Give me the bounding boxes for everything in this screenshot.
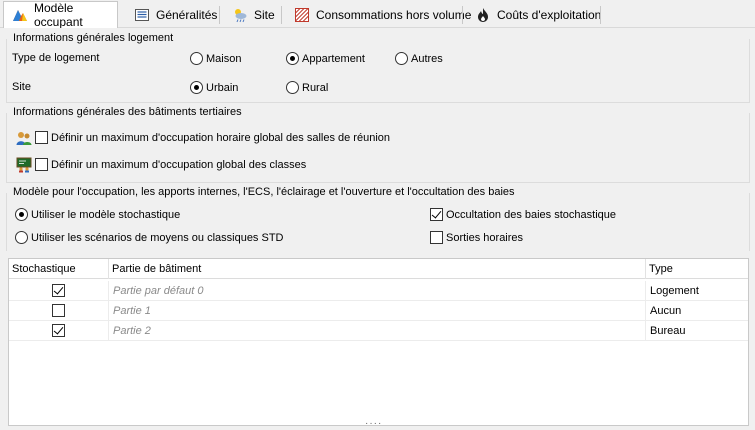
radio-urbain[interactable]: Urbain	[190, 81, 238, 94]
header-type[interactable]: Type	[646, 259, 748, 279]
row-checkbox[interactable]	[52, 324, 65, 337]
classroom-board-icon	[16, 157, 32, 173]
checkbox-occultation-stochastique[interactable]: Occultation des baies stochastique	[430, 208, 616, 221]
tab-label: Modèle occupant	[34, 1, 83, 29]
table-header: Stochastique Partie de bâtiment Type	[9, 259, 748, 279]
tab-consommations[interactable]: Consommations hors volume	[286, 2, 479, 28]
radio-indicator[interactable]	[286, 52, 299, 65]
tab-separator	[600, 6, 601, 24]
table-row[interactable]: Partie 1 Aucun	[9, 301, 748, 321]
tab-label: Site	[254, 8, 275, 22]
radio-indicator[interactable]	[286, 81, 299, 94]
radio-label: Autres	[411, 52, 443, 65]
list-icon	[134, 7, 150, 23]
radio-indicator[interactable]	[190, 52, 203, 65]
tab-strip: Modèle occupant Généralités Site Consomm…	[0, 0, 755, 29]
cell-stochastique	[9, 281, 109, 301]
parties-table: Stochastique Partie de bâtiment Type Par…	[8, 258, 749, 426]
logement-group-title: Informations générales logement	[12, 32, 175, 44]
header-partie[interactable]: Partie de bâtiment	[109, 259, 646, 279]
radio-label: Utiliser le modèle stochastique	[31, 208, 181, 221]
cell-stochastique	[9, 301, 109, 321]
tab-site[interactable]: Site	[224, 2, 283, 28]
checkbox-label: Définir un maximum d'occupation horaire …	[51, 131, 391, 144]
checkbox-label: Définir un maximum d'occupation global d…	[51, 158, 307, 171]
tab-label: Consommations hors volume	[316, 8, 472, 22]
checkbox-indicator[interactable]	[430, 231, 443, 244]
checkbox-max-reunion[interactable]: Définir un maximum d'occupation horaire …	[35, 131, 390, 144]
radio-label: Utiliser les scénarios de moyens ou clas…	[31, 231, 284, 244]
occupant-chart-icon	[12, 7, 28, 23]
radio-indicator[interactable]	[190, 81, 203, 94]
checkbox-indicator[interactable]	[35, 131, 48, 144]
tab-couts[interactable]: Coûts d'exploitation	[467, 2, 609, 28]
tab-generalites[interactable]: Généralités	[126, 2, 225, 28]
cell-partie: Partie 1	[109, 301, 646, 321]
radio-appartement[interactable]: Appartement	[286, 52, 365, 65]
cell-type: Bureau	[650, 325, 686, 337]
tab-separator	[462, 6, 463, 24]
row-checkbox[interactable]	[52, 284, 65, 297]
radio-label: Maison	[206, 52, 242, 65]
weather-icon	[232, 7, 248, 23]
cell-partie: Partie 2	[109, 321, 646, 341]
logement-group	[6, 39, 750, 103]
radio-label: Rural	[302, 81, 329, 94]
tertiaire-group	[6, 113, 750, 183]
cell-type: Logement	[650, 285, 699, 297]
radio-rural[interactable]: Rural	[286, 81, 328, 94]
checkbox-max-classes[interactable]: Définir un maximum d'occupation global d…	[35, 158, 306, 171]
header-stochastique[interactable]: Stochastique	[9, 259, 109, 279]
checkbox-sorties-horaires[interactable]: Sorties horaires	[430, 231, 523, 244]
checkbox-indicator[interactable]	[35, 158, 48, 171]
meeting-people-icon	[16, 130, 32, 146]
tab-separator	[219, 6, 220, 24]
row-checkbox[interactable]	[52, 304, 65, 317]
type-logement-label: Type de logement	[12, 52, 100, 64]
site-label: Site	[12, 81, 31, 93]
table-row[interactable]: Partie par défaut 0 Logement	[9, 281, 748, 301]
radio-modele-stochastique[interactable]: Utiliser le modèle stochastique	[15, 208, 180, 221]
radio-indicator[interactable]	[395, 52, 408, 65]
checkbox-label: Sorties horaires	[446, 231, 524, 244]
hatch-icon	[294, 7, 310, 23]
radio-label: Urbain	[206, 81, 239, 94]
table-row[interactable]: Partie 2 Bureau	[9, 321, 748, 341]
radio-maison[interactable]: Maison	[190, 52, 241, 65]
tab-label: Généralités	[156, 8, 218, 22]
tab-separator	[281, 6, 282, 24]
modele-group-title: Modèle pour l'occupation, les apports in…	[12, 186, 516, 198]
radio-indicator[interactable]	[15, 231, 28, 244]
tab-modele-occupant[interactable]: Modèle occupant	[3, 1, 118, 29]
tab-label: Coûts d'exploitation	[497, 8, 602, 22]
radio-scenarios-std[interactable]: Utiliser les scénarios de moyens ou clas…	[15, 231, 284, 244]
cell-type: Aucun	[650, 305, 682, 317]
cell-partie: Partie par défaut 0	[109, 281, 646, 301]
resize-grip[interactable]: ····	[365, 418, 382, 429]
tertiaire-group-title: Informations générales des bâtiments ter…	[12, 106, 243, 118]
checkbox-label: Occultation des baies stochastique	[446, 208, 616, 221]
radio-indicator[interactable]	[15, 208, 28, 221]
radio-autres[interactable]: Autres	[395, 52, 443, 65]
checkbox-indicator[interactable]	[430, 208, 443, 221]
flame-icon	[475, 7, 491, 23]
radio-label: Appartement	[302, 52, 365, 65]
cell-stochastique	[9, 321, 109, 341]
